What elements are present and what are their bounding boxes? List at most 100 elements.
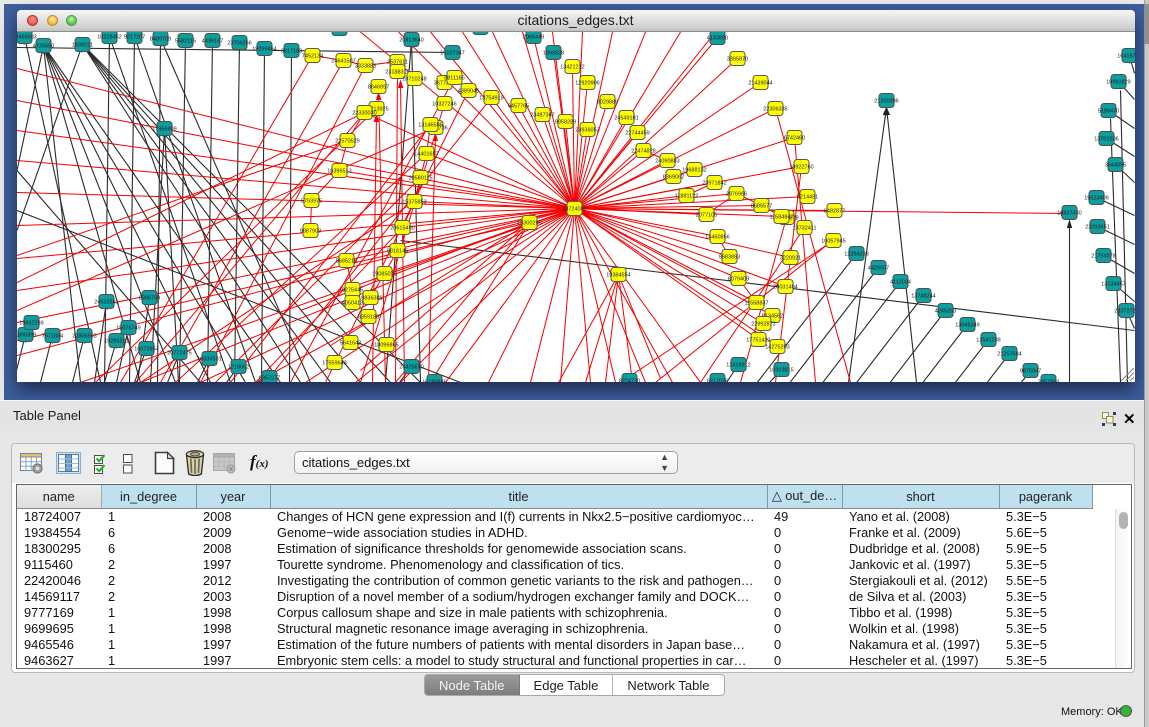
svg-text:6742460: 6742460: [783, 135, 804, 141]
svg-text:11881122: 11881122: [674, 193, 698, 199]
svg-text:24641507: 24641507: [331, 58, 355, 64]
svg-text:4439167: 4439167: [201, 38, 222, 44]
svg-text:6482877: 6482877: [823, 208, 844, 214]
svg-text:23971842: 23971842: [702, 180, 726, 186]
svg-text:21439044: 21439044: [748, 80, 772, 86]
svg-text:1218062: 1218062: [227, 364, 248, 370]
svg-text:6457765: 6457765: [507, 103, 528, 109]
svg-text:3333883: 3333883: [354, 63, 375, 69]
svg-text:12541238: 12541238: [976, 337, 1000, 343]
svg-text:3644095: 3644095: [1104, 162, 1125, 168]
svg-text:4050413: 4050413: [341, 300, 362, 306]
svg-text:19688132: 19688132: [682, 167, 706, 173]
svg-text:20813640: 20813640: [399, 37, 423, 43]
svg-text:7452134: 7452134: [301, 53, 322, 59]
svg-text:9958289: 9958289: [554, 119, 575, 125]
svg-text:13701506: 13701506: [1094, 136, 1118, 142]
svg-text:8079409: 8079409: [727, 276, 748, 282]
svg-text:10327246: 10327246: [432, 101, 456, 107]
svg-text:24090883: 24090883: [655, 158, 679, 164]
svg-text:11584847: 11584847: [769, 214, 793, 220]
svg-text:18096865: 18096865: [374, 342, 398, 348]
svg-text:10057945: 10057945: [821, 238, 845, 244]
svg-text:24532561: 24532561: [94, 299, 118, 305]
svg-text:20031404: 20031404: [773, 284, 797, 290]
svg-text:18300295: 18300295: [517, 220, 541, 226]
svg-text:23188315: 23188315: [385, 69, 409, 75]
svg-text:19384554: 19384554: [606, 272, 630, 278]
svg-text:21754078: 21754078: [1091, 253, 1115, 259]
svg-text:20372723: 20372723: [1114, 308, 1135, 314]
svg-text:14275203: 14275203: [765, 344, 789, 350]
svg-text:9217207: 9217207: [123, 34, 144, 40]
svg-text:3395870: 3395870: [726, 56, 747, 62]
svg-text:3220921: 3220921: [779, 255, 800, 261]
svg-text:1839221: 1839221: [71, 42, 92, 48]
svg-text:1890399: 1890399: [17, 332, 36, 338]
svg-text:10323815: 10323815: [769, 367, 793, 373]
svg-text:19285201: 19285201: [104, 338, 128, 344]
svg-text:17956909: 17956909: [152, 126, 176, 132]
svg-text:8369062: 8369062: [662, 174, 683, 180]
svg-text:17751421: 17751421: [746, 337, 770, 343]
svg-text:2066449: 2066449: [522, 34, 543, 40]
svg-text:13748244: 13748244: [911, 293, 935, 299]
svg-text:5685216: 5685216: [335, 258, 356, 264]
svg-text:12294238: 12294238: [844, 251, 868, 257]
svg-text:23936053: 23936053: [575, 127, 599, 133]
svg-text:4143890: 4143890: [706, 35, 727, 41]
svg-text:22306335: 22306335: [763, 106, 787, 112]
svg-text:22474828: 22474828: [631, 148, 655, 154]
svg-text:24549181: 24549181: [614, 115, 638, 121]
svg-text:5641643: 5641643: [339, 340, 360, 346]
svg-text:12920906: 12920906: [575, 80, 599, 86]
svg-text:17559643: 17559643: [322, 360, 346, 366]
svg-text:24425670: 24425670: [399, 364, 423, 370]
svg-text:2077105: 2077105: [695, 212, 716, 218]
svg-text:20615450: 20615450: [390, 225, 414, 231]
svg-text:5188470: 5188470: [1097, 108, 1118, 114]
svg-text:6357277: 6357277: [258, 375, 279, 381]
svg-text:9983893: 9983893: [718, 254, 739, 260]
svg-text:13146585: 13146585: [418, 122, 442, 128]
svg-text:4389045: 4389045: [457, 88, 478, 94]
svg-text:13421212: 13421212: [560, 64, 584, 70]
svg-text:5793975: 5793975: [300, 198, 321, 204]
svg-text:9275445: 9275445: [341, 287, 362, 293]
svg-text:8489709: 8489709: [149, 36, 170, 42]
svg-text:19299464: 19299464: [252, 46, 276, 52]
svg-text:13754919: 13754919: [479, 95, 503, 101]
svg-text:10334531: 10334531: [197, 356, 221, 362]
svg-text:12416912: 12416912: [726, 362, 750, 368]
svg-text:13732411: 13732411: [792, 225, 816, 231]
svg-text:8029889: 8029889: [596, 99, 617, 105]
svg-text:4429607: 4429607: [867, 265, 888, 271]
svg-text:2876966: 2876966: [725, 191, 746, 197]
svg-text:20580115: 20580115: [408, 175, 432, 181]
svg-text:9887903: 9887903: [299, 228, 320, 234]
svg-text:8646997: 8646997: [367, 84, 388, 90]
svg-text:22570529: 22570529: [335, 138, 359, 144]
svg-text:21257684: 21257684: [997, 351, 1021, 357]
svg-text:16396513: 16396513: [327, 168, 351, 174]
svg-text:10228452: 10228452: [97, 34, 121, 40]
svg-text:22455603: 22455603: [17, 34, 37, 40]
svg-text:15076749: 15076749: [116, 325, 140, 331]
svg-text:10710248: 10710248: [402, 76, 426, 82]
svg-text:8685577: 8685577: [750, 203, 771, 209]
svg-text:15375853: 15375853: [402, 199, 426, 205]
svg-text:20772475: 20772475: [167, 350, 191, 356]
svg-text:19832259: 19832259: [19, 320, 43, 326]
svg-text:16072954: 16072954: [134, 346, 158, 352]
svg-text:22806503: 22806503: [72, 333, 96, 339]
svg-text:22330030: 22330030: [352, 110, 376, 116]
svg-text:18724007: 18724007: [562, 206, 586, 212]
svg-text:22093651: 22093651: [1085, 224, 1109, 230]
svg-text:8811165: 8811165: [444, 75, 465, 81]
svg-text:9214491: 9214491: [796, 194, 817, 200]
svg-text:2457954: 2457954: [1037, 379, 1058, 382]
svg-text:22744459: 22744459: [625, 130, 649, 136]
svg-text:8224730: 8224730: [618, 378, 639, 382]
svg-text:16415740: 16415740: [1117, 53, 1135, 59]
svg-text:15180586: 15180586: [422, 379, 446, 382]
